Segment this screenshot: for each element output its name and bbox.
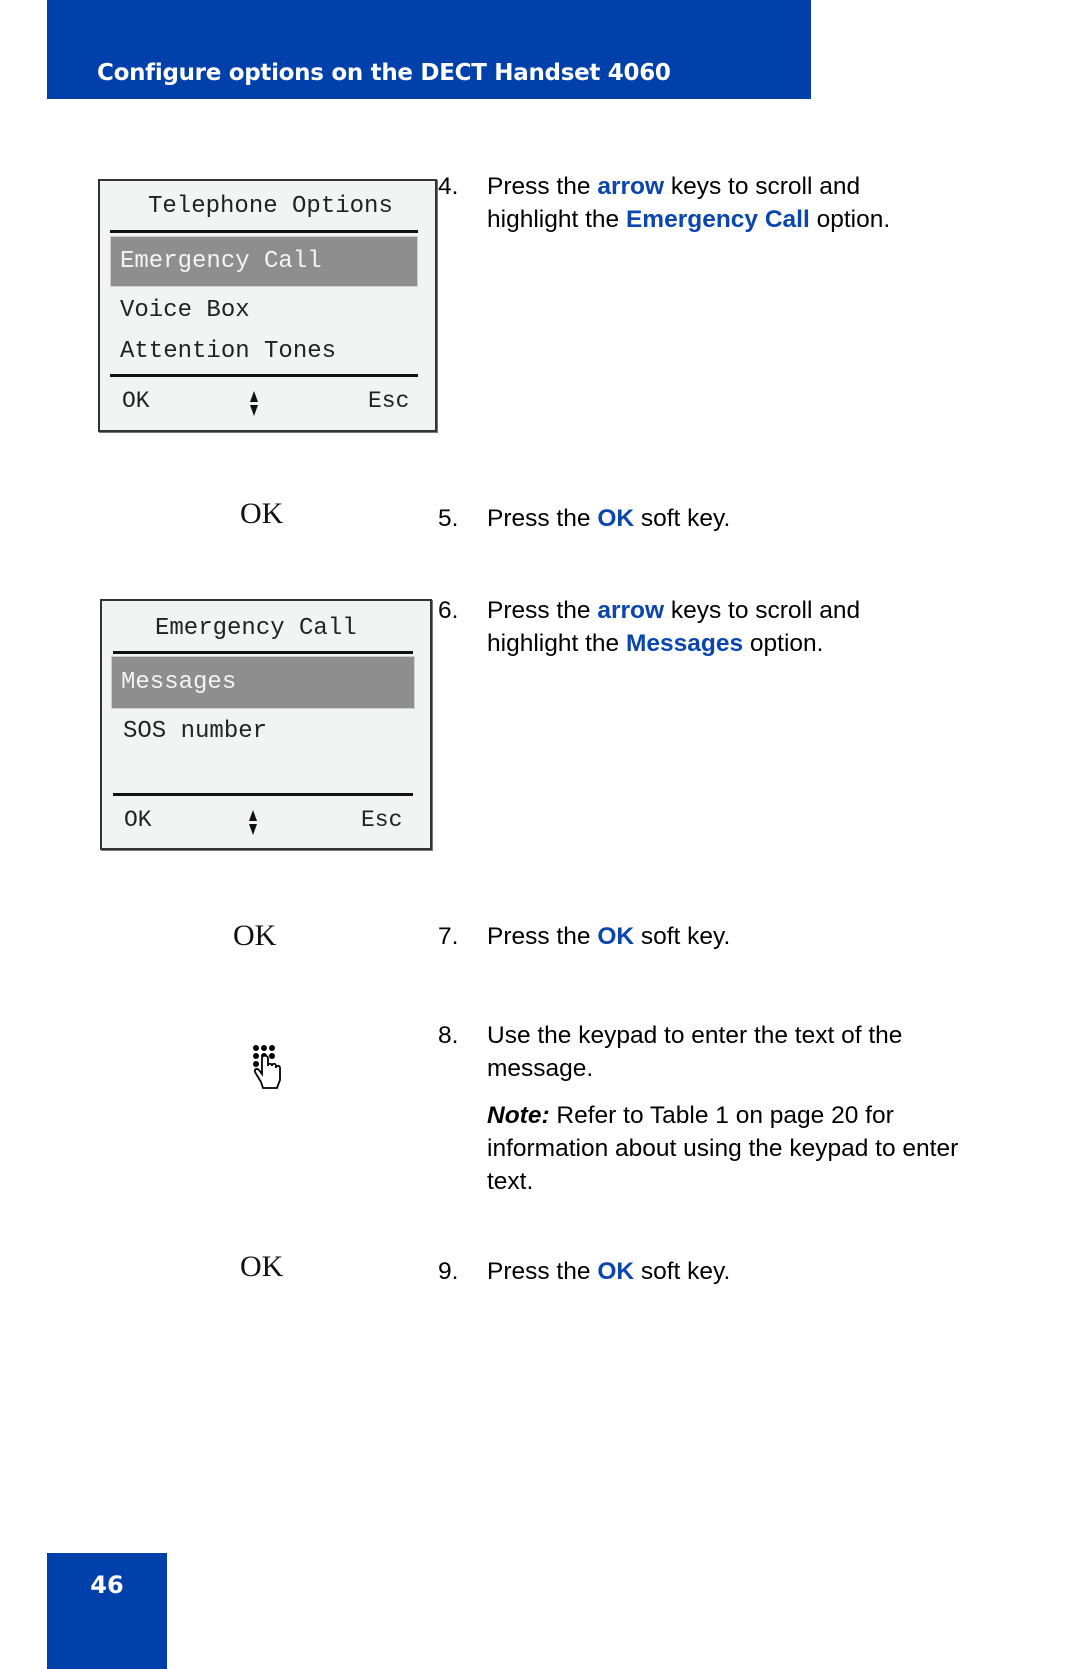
softkey-esc[interactable]: Esc	[361, 807, 402, 833]
handset-screen-telephone-options: Telephone Options Emergency Call Voice B…	[98, 179, 437, 432]
step-number: 7.	[438, 923, 459, 950]
step-text: Press the	[487, 173, 598, 200]
step-number: 5.	[438, 505, 459, 532]
step-number: 4.	[438, 173, 459, 200]
divider	[113, 651, 413, 654]
step-6: 6. Press the arrow keys to scroll and hi…	[438, 594, 958, 660]
up-down-arrow-icon	[248, 810, 258, 836]
screen-title: Telephone Options	[148, 193, 393, 220]
step-text: Use the keypad to enter the text of the …	[487, 1022, 903, 1082]
step-number: 6.	[438, 597, 459, 624]
softkey-ok[interactable]: OK	[122, 388, 150, 414]
step-text: option.	[743, 630, 824, 657]
highlight-ok: OK	[597, 1258, 635, 1285]
step-text: option.	[809, 206, 891, 233]
page-number: 46	[90, 1571, 124, 1599]
step-text: Press the	[487, 923, 598, 950]
menu-item-voice-box[interactable]: Voice Box	[120, 297, 250, 324]
highlight-ok: OK	[597, 505, 635, 532]
step-number: 8.	[438, 1022, 459, 1049]
menu-item-emergency-call[interactable]: Emergency Call	[110, 236, 418, 287]
divider	[113, 793, 413, 796]
step-number: 9.	[438, 1258, 459, 1285]
step-text: soft key.	[634, 923, 731, 950]
step-7: 7. Press the OK soft key.	[438, 920, 958, 953]
ok-softkey-label: OK	[240, 497, 284, 530]
keypad-hand-icon	[253, 1045, 281, 1089]
highlight-arrow: arrow	[597, 597, 665, 624]
step-4: 4. Press the arrow keys to scroll and hi…	[438, 170, 958, 236]
step-5: 5. Press the OK soft key.	[438, 502, 958, 535]
softkey-esc[interactable]: Esc	[368, 388, 409, 414]
page-header-title: Configure options on the DECT Handset 40…	[97, 60, 671, 86]
step-text: Press the	[487, 1258, 598, 1285]
highlight-messages: Messages	[625, 630, 744, 657]
ok-softkey-label: OK	[233, 919, 277, 952]
step-text: Press the	[487, 597, 598, 624]
step-text: soft key.	[634, 1258, 731, 1285]
handset-screen-emergency-call: Emergency Call Messages SOS number OK Es…	[100, 599, 432, 850]
step-text: soft key.	[634, 505, 731, 532]
menu-item-messages[interactable]: Messages	[111, 656, 415, 709]
menu-item-attention-tones[interactable]: Attention Tones	[120, 338, 336, 365]
menu-item-sos-number[interactable]: SOS number	[123, 718, 267, 745]
highlight-ok: OK	[597, 923, 635, 950]
step-9: 9. Press the OK soft key.	[438, 1255, 958, 1288]
screen-title: Emergency Call	[155, 615, 357, 642]
highlight-emergency-call: Emergency Call	[625, 206, 810, 233]
note-label: Note:	[487, 1102, 550, 1129]
header-bar: Configure options on the DECT Handset 40…	[47, 0, 811, 99]
up-down-arrow-icon	[249, 391, 259, 417]
divider	[110, 230, 418, 233]
ok-softkey-label: OK	[240, 1250, 284, 1283]
divider	[110, 374, 418, 377]
note-text: Refer to Table 1 on page 20 for informat…	[487, 1102, 959, 1195]
softkey-ok[interactable]: OK	[124, 807, 152, 833]
note: Note: Refer to Table 1 on page 20 for in…	[487, 1099, 967, 1198]
step-8: 8. Use the keypad to enter the text of t…	[438, 1019, 958, 1085]
highlight-arrow: arrow	[597, 173, 665, 200]
step-text: Press the	[487, 505, 598, 532]
page-number-box: 46	[47, 1553, 167, 1669]
